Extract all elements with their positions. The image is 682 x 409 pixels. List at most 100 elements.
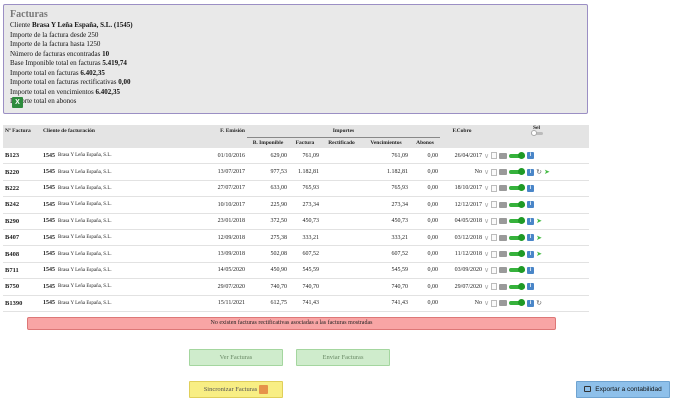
invoice-number[interactable]: B123 [3, 148, 41, 165]
abonos-amount: 0,00 [410, 245, 440, 263]
header-fcobro[interactable]: F.Cobro [440, 125, 484, 138]
invoice-number[interactable]: B1390 [3, 295, 41, 312]
summary-abonos: Importe total en abonos [10, 97, 77, 105]
info-icon[interactable]: i [527, 299, 535, 307]
printer-icon[interactable] [499, 185, 508, 192]
header-emision[interactable]: F. Emisión [176, 125, 247, 138]
document-icon[interactable] [491, 152, 498, 160]
printer-icon[interactable] [499, 267, 508, 274]
summary-importe-hasta: Importe de la factura hasta 1250 [10, 40, 101, 48]
exportar-contabilidad-button[interactable]: Exportar a contabilidad [576, 381, 670, 398]
refresh-icon[interactable]: ↻ [536, 168, 542, 176]
cobro-date: 18/10/2017 [440, 180, 484, 198]
info-icon[interactable]: i [527, 184, 535, 192]
select-toggle[interactable] [509, 217, 526, 225]
send-icon[interactable]: ➤ [544, 168, 550, 176]
printer-icon[interactable] [499, 251, 508, 258]
info-icon[interactable]: i [527, 201, 535, 209]
invoice-number[interactable]: B242 [3, 196, 41, 214]
info-icon[interactable]: i [527, 283, 535, 291]
send-icon[interactable]: ➤ [536, 250, 542, 258]
rectificado-amount [321, 180, 362, 198]
client-name: Brasa Y Leña España, S.L. [56, 180, 176, 198]
invoice-number[interactable]: B222 [3, 180, 41, 198]
info-icon[interactable]: i [527, 250, 535, 258]
document-icon[interactable] [491, 266, 498, 274]
chevron-down-icon[interactable]: ∨ [484, 266, 489, 274]
printer-icon[interactable] [499, 218, 508, 225]
client-name: Brasa Y Leña España, S.L. [56, 196, 176, 214]
table-row: B408 1545 Brasa Y Leña España, S.L. 13/09/2… [3, 245, 589, 263]
chevron-down-icon[interactable]: ∨ [484, 217, 489, 225]
enviar-facturas-button[interactable]: Enviar Facturas [296, 349, 390, 366]
info-icon[interactable]: i [527, 168, 535, 176]
invoice-number[interactable]: B750 [3, 278, 41, 296]
summary-num-facturas: Número de facturas encontradas 10 [10, 49, 110, 58]
document-icon[interactable] [491, 283, 498, 291]
document-icon[interactable] [491, 184, 498, 192]
printer-icon[interactable] [499, 234, 508, 241]
excel-icon[interactable]: X [12, 97, 23, 108]
chevron-down-icon[interactable]: ∨ [484, 168, 489, 176]
rectificado-amount [321, 295, 362, 312]
info-icon[interactable]: i [527, 266, 535, 274]
select-toggle[interactable] [509, 184, 526, 192]
factura-amount: 1.182,81 [289, 163, 321, 181]
send-icon[interactable]: ➤ [536, 217, 542, 225]
select-toggle[interactable] [509, 250, 526, 258]
emission-date: 12/09/2018 [176, 229, 247, 247]
invoice-number[interactable]: B290 [3, 213, 41, 230]
document-icon[interactable] [491, 168, 498, 176]
printer-icon[interactable] [499, 169, 508, 176]
printer-icon[interactable] [499, 201, 508, 208]
document-icon[interactable] [491, 201, 498, 209]
refresh-icon[interactable]: ↻ [536, 299, 542, 307]
header-cliente[interactable]: Cliente de facturación [41, 125, 176, 138]
chevron-down-icon[interactable]: ∨ [484, 152, 489, 160]
select-toggle[interactable] [509, 299, 526, 307]
chevron-down-icon[interactable]: ∨ [484, 234, 489, 242]
invoice-number[interactable]: B711 [3, 262, 41, 280]
invoice-number[interactable]: B220 [3, 163, 41, 181]
document-icon[interactable] [491, 217, 498, 225]
select-toggle[interactable] [509, 266, 526, 274]
document-icon[interactable] [491, 250, 498, 258]
vencimientos-amount: 273,34 [362, 196, 410, 214]
abonos-amount: 0,00 [410, 262, 440, 280]
chevron-down-icon[interactable]: ∨ [484, 201, 489, 209]
select-toggle[interactable] [509, 151, 526, 159]
sincronizar-facturas-button[interactable]: Sincronizar Facturas [189, 381, 283, 398]
summary-rectificativas: Importe total en facturas rectificativas… [10, 78, 131, 86]
abonos-amount: 0,00 [410, 180, 440, 198]
select-toggle[interactable] [509, 200, 526, 208]
chevron-down-icon[interactable]: ∨ [484, 250, 489, 258]
printer-icon[interactable] [499, 152, 508, 159]
printer-icon[interactable] [499, 300, 508, 307]
select-toggle[interactable] [509, 282, 526, 290]
info-icon[interactable]: i [527, 217, 535, 225]
base-imponible: 612,75 [247, 295, 289, 312]
invoice-number[interactable]: B408 [3, 245, 41, 263]
chevron-down-icon[interactable]: ∨ [484, 184, 489, 192]
chevron-down-icon[interactable]: ∨ [484, 283, 489, 291]
send-icon[interactable]: ➤ [536, 234, 542, 242]
select-toggle[interactable] [509, 233, 526, 241]
factura-amount: 273,34 [289, 196, 321, 214]
client-id: 1545 [41, 245, 56, 263]
header-nfactura[interactable]: Nº Factura [3, 125, 41, 138]
document-icon[interactable] [491, 234, 498, 242]
info-icon[interactable]: i [527, 152, 535, 160]
info-icon[interactable]: i [527, 234, 535, 242]
invoice-number[interactable]: B407 [3, 229, 41, 247]
ver-facturas-button[interactable]: Ver Facturas [189, 349, 283, 366]
document-icon[interactable] [491, 299, 498, 307]
chevron-down-icon[interactable]: ∨ [484, 299, 489, 307]
factura-amount: 740,70 [289, 278, 321, 296]
cobro-date: 03/12/2018 [440, 229, 484, 247]
printer-icon[interactable] [499, 283, 508, 290]
select-all-toggle[interactable] [530, 130, 543, 137]
client-id: 1545 [41, 196, 56, 214]
base-imponible: 450,90 [247, 262, 289, 280]
vencimientos-amount: 333,21 [362, 229, 410, 247]
select-toggle[interactable] [509, 168, 526, 176]
